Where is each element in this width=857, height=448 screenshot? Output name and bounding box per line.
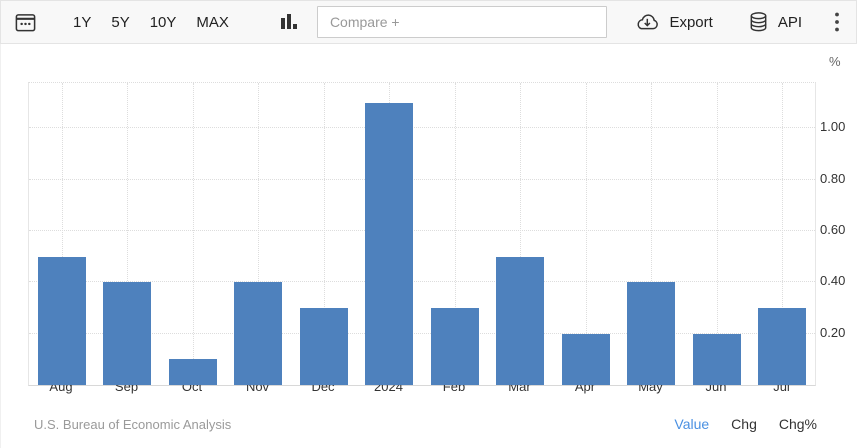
bar-oct[interactable] [168,359,217,385]
range-selector: 1Y 5Y 10Y MAX [63,10,239,35]
kebab-menu-icon [834,11,840,33]
y-tick-label: 1.00 [820,119,846,135]
y-gridline [29,178,815,180]
database-icon [747,10,770,34]
api-label: API [777,13,802,31]
bar-sep[interactable] [103,282,152,385]
toggle-value[interactable]: Value [674,416,709,432]
range-button-max[interactable]: MAX [186,10,239,35]
y-axis-unit-label: % [829,54,841,69]
bar-jun[interactable] [692,333,741,385]
export-label: Export [669,13,713,31]
cloud-download-icon [634,12,661,32]
chart-area: % Aug Sep Oct Nov Dec 2024 Feb Mar Apr May Jun Jul … [0,44,857,448]
bar-jul[interactable] [758,308,807,385]
api-button[interactable]: API [747,10,802,34]
y-gridline [29,127,815,129]
y-tick-label: 0.80 [820,170,846,186]
y-tick-label: 0.60 [820,221,846,237]
range-button-5y[interactable]: 5Y [101,10,139,35]
calendar-button[interactable] [14,11,37,34]
range-button-1y[interactable]: 1Y [63,10,101,35]
chart-widget: 1Y 5Y 10Y MAX Expo [0,0,857,448]
chart-type-button[interactable] [277,11,299,33]
bar-2024[interactable] [365,102,414,385]
bar-feb[interactable] [430,308,479,385]
x-gridline [192,83,194,385]
export-button[interactable]: Export [634,12,713,32]
bar-aug[interactable] [37,256,86,385]
bar-apr[interactable] [561,333,610,385]
bar-may[interactable] [627,282,676,385]
source-attribution: U.S. Bureau of Economic Analysis [34,417,232,432]
y-tick-label: 0.20 [820,324,846,340]
bar-mar[interactable] [496,256,545,385]
bar-nov[interactable] [234,282,283,385]
toolbar: 1Y 5Y 10Y MAX Expo [0,0,857,44]
column-chart-icon [277,11,299,33]
series-toggles: Value Chg Chg% [674,416,817,432]
toggle-chg-pct[interactable]: Chg% [779,416,817,432]
bar-dec[interactable] [299,308,348,385]
y-tick-label: 0.40 [820,273,846,289]
toggle-chg[interactable]: Chg [731,416,757,432]
plot-area [28,82,816,386]
more-options-button[interactable] [834,11,840,33]
y-gridline [29,229,815,231]
compare-input[interactable] [316,6,607,38]
calendar-icon [14,11,37,34]
range-button-10y[interactable]: 10Y [140,10,187,35]
